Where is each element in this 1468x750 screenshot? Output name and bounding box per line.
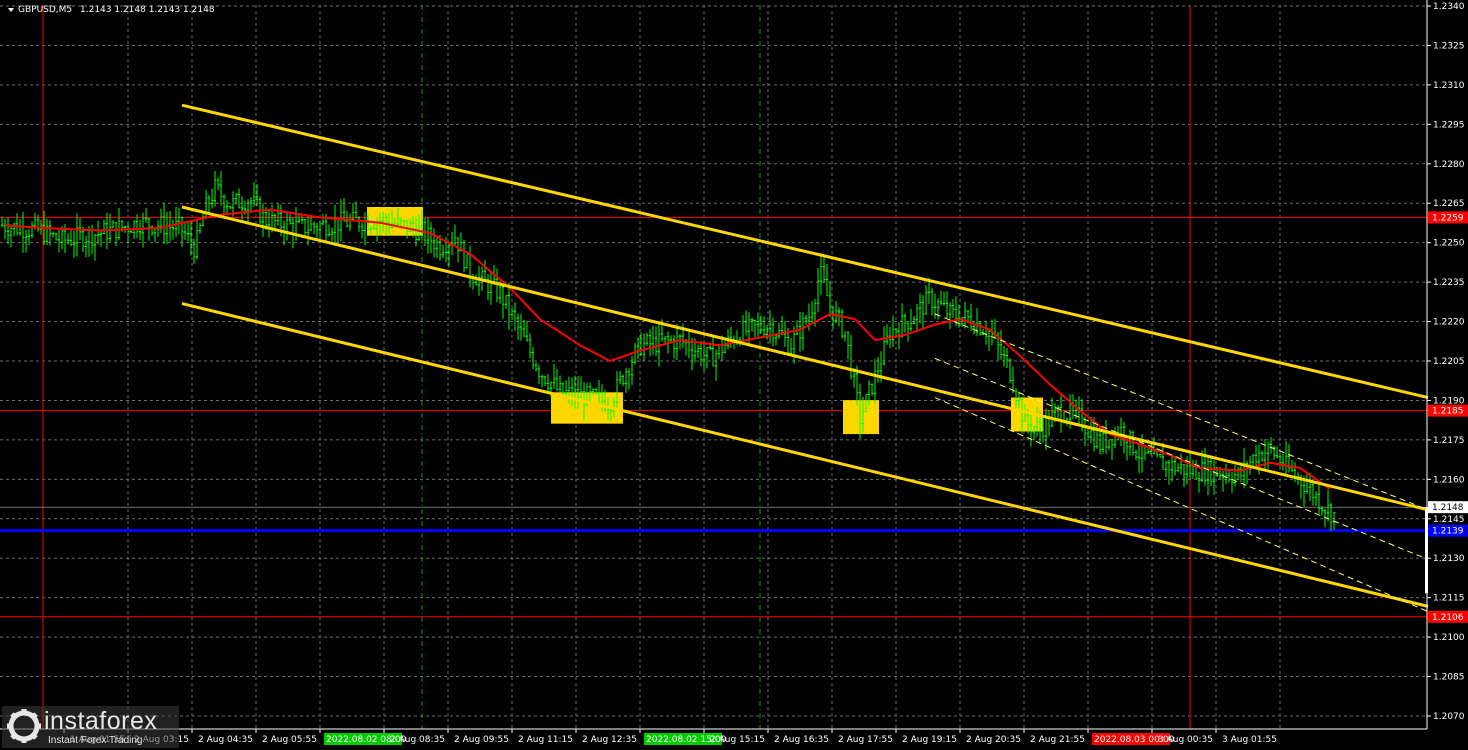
time-tick-label: 2 Aug 17:55 xyxy=(838,735,893,745)
price-tick-label: 1.2220 xyxy=(1433,318,1465,328)
dropdown-triangle-icon[interactable] xyxy=(8,8,14,12)
price-tick-label: 1.2115 xyxy=(1433,594,1465,604)
price-tick-label: 1.2070 xyxy=(1433,712,1465,722)
price-tick-label: 1.2310 xyxy=(1433,81,1465,91)
price-tick-label: 1.2100 xyxy=(1433,633,1465,643)
time-axis-labels: 1 Aug 01:552 Aug 03:152 Aug 04:352 Aug 0… xyxy=(63,729,1277,745)
time-tick-label: 2 Aug 20:35 xyxy=(966,735,1021,745)
time-tick-label: 2 Aug 04:35 xyxy=(198,735,253,745)
channel-line[interactable] xyxy=(181,302,1429,608)
time-tick-label: 2 Aug 12:35 xyxy=(582,735,637,745)
time-tick-label: 2 Aug 08:35 xyxy=(390,735,445,745)
price-tick-label: 1.2295 xyxy=(1433,120,1465,130)
price-tick-label: 1.2205 xyxy=(1433,357,1465,367)
ohlc-readout: 1.2143 1.2148 1.2143 1.2148 xyxy=(80,5,215,15)
signal-box xyxy=(843,400,879,435)
price-tick-label: 1.2130 xyxy=(1433,554,1465,564)
time-tick-label: 3 Aug 01:55 xyxy=(1222,735,1277,745)
price-chart[interactable]: 1.2340 1.2325 1.2310 1.2295 1.2280 1.2265 1.22… xyxy=(0,0,1468,750)
instaforex-watermark: instaforex Instant Forex Trading xyxy=(2,706,179,748)
price-tick-label: 1.2085 xyxy=(1433,673,1465,683)
time-tick-label: 2 Aug 21:55 xyxy=(1030,735,1085,745)
price-tick-label: 1.2145 xyxy=(1433,515,1465,525)
horizontal-levels[interactable] xyxy=(0,216,1427,618)
price-tick-label: 1.2160 xyxy=(1433,475,1465,485)
price-tick-label: 1.2250 xyxy=(1433,239,1465,249)
time-tick-label: 2 Aug 11:15 xyxy=(518,735,573,745)
brand-name: instaforex xyxy=(44,707,158,735)
resistance-level-label: 1.2259 xyxy=(1432,213,1464,223)
time-tick-label: 3 Aug 00:35 xyxy=(1158,735,1213,745)
instaforex-logo-icon xyxy=(7,709,41,743)
price-tick-label: 1.2265 xyxy=(1433,199,1465,209)
axes xyxy=(0,0,1428,730)
price-tick-label: 1.2175 xyxy=(1433,436,1465,446)
current-level-label: 1.2139 xyxy=(1432,527,1464,537)
support-level-label: 1.2106 xyxy=(1432,613,1464,623)
time-tick-label: 2 Aug 05:55 xyxy=(262,735,317,745)
last-bar-range xyxy=(1425,507,1428,594)
price-axis-labels: 1.2340 1.2325 1.2310 1.2295 1.2280 1.2265 1.22… xyxy=(1427,2,1468,722)
price-tick-label: 1.2325 xyxy=(1433,41,1465,51)
brand-tagline: Instant Forex Trading xyxy=(48,735,143,746)
time-tick-label: 2 Aug 15:15 xyxy=(710,735,765,745)
channel-dashed-line[interactable] xyxy=(934,313,1429,511)
candles xyxy=(1,170,1336,532)
last_price-level-label: 1.2148 xyxy=(1432,503,1464,513)
time-tick-label: 2 Aug 16:35 xyxy=(774,735,829,745)
time-tick-label: 2 Aug 09:55 xyxy=(454,735,509,745)
price-tick-label: 1.2280 xyxy=(1433,160,1465,170)
symbol-label: GBPUSD,M5 xyxy=(18,5,72,15)
price-tick-label: 1.2235 xyxy=(1433,278,1465,288)
chart-header: GBPUSD,M5 1.2143 1.2148 1.2143 1.2148 xyxy=(8,5,215,15)
time-tick-label: 2 Aug 19:15 xyxy=(902,735,957,745)
price-tick-label: 1.2340 xyxy=(1433,2,1465,12)
resistance-level-label: 1.2185 xyxy=(1432,407,1464,417)
trend-channels[interactable] xyxy=(181,103,1429,613)
